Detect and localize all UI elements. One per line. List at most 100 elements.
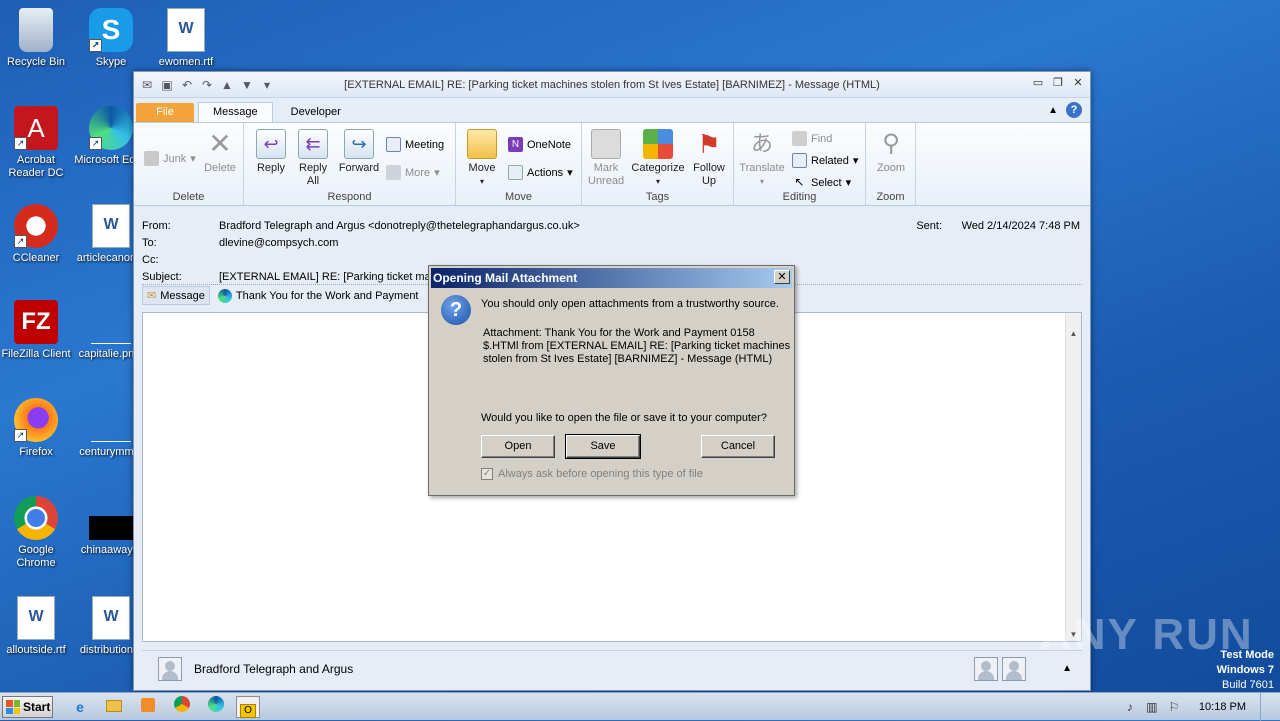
calendar-icon [386, 137, 401, 152]
onenote-icon: N [508, 137, 523, 152]
people-pane-name[interactable]: Bradford Telegraph and Argus [194, 662, 353, 676]
cancel-button[interactable]: Cancel [701, 435, 775, 458]
dialog-question: Would you like to open the file or save … [481, 412, 767, 424]
actions-icon [508, 165, 523, 180]
from-value[interactable]: Bradford Telegraph and Argus <donotreply… [219, 220, 580, 232]
edge-icon[interactable] [204, 696, 228, 718]
clock[interactable]: 10:18 PM [1199, 701, 1246, 713]
find-button[interactable]: Find [792, 131, 832, 146]
sent-value: Wed 2/14/2024 7:48 PM [961, 220, 1080, 232]
show-desktop-button[interactable] [1260, 693, 1270, 721]
minimize-button[interactable]: ▭ [1030, 76, 1046, 90]
up-arrow-icon[interactable]: ▲ [220, 78, 234, 92]
undo-icon[interactable]: ↶ [180, 78, 194, 92]
dialog-title: Opening Mail Attachment [433, 271, 578, 285]
opening-attachment-dialog: Opening Mail Attachment ✕ ? You should o… [428, 265, 795, 496]
more-respond-button[interactable]: More ▾ [386, 165, 440, 180]
dialog-warning: You should only open attachments from a … [481, 298, 779, 310]
dialog-attachment-line1: Attachment: Thank You for the Work and P… [483, 327, 755, 339]
scroll-up-arrow-icon[interactable]: ▲ [1066, 329, 1081, 338]
always-ask-checkbox[interactable]: ✓ Always ask before opening this type of… [481, 468, 703, 480]
reply-all-button[interactable]: ⇇ Reply All [294, 129, 332, 188]
dialog-attachment-line2: $.HTMl from [EXTERNAL EMAIL] RE: [Parkin… [483, 340, 791, 352]
volume-icon[interactable]: ♪ [1123, 700, 1137, 714]
cc-label: Cc: [142, 254, 159, 266]
actions-button[interactable]: Actions ▾ [508, 165, 573, 180]
ribbon-group-editing: あ Translate ▾ Find Related ▾ ↖ Select ▾ Edi… [734, 123, 866, 205]
to-value[interactable]: dlevine@compsych.com [219, 237, 338, 249]
delete-x-icon: ✕ [208, 128, 232, 159]
translate-button[interactable]: あ Translate ▾ [738, 129, 786, 188]
group-label: Zoom [876, 191, 905, 203]
action-center-flag-icon[interactable]: ⚐ [1167, 700, 1181, 714]
dialog-close-button[interactable]: ✕ [774, 270, 790, 284]
taskbar: Start e O ♪ ▥ ⚐ 10:18 PM [0, 692, 1280, 721]
help-icon[interactable]: ? [1066, 102, 1082, 118]
related-button[interactable]: Related ▾ [792, 153, 858, 168]
explorer-icon[interactable] [102, 696, 126, 718]
tab-file[interactable]: File [136, 103, 194, 122]
follow-up-button[interactable]: ⚑ Follow Up [688, 129, 730, 188]
meeting-button[interactable]: Meeting [386, 137, 444, 152]
outlook-taskbar-button[interactable]: O [236, 696, 260, 718]
filezilla-icon: FZ [14, 300, 58, 344]
skype-icon: S ↗ [89, 8, 133, 52]
select-button[interactable]: ↖ Select ▾ [792, 175, 851, 190]
message-attachment-tab[interactable]: ✉ Message [142, 286, 210, 305]
network-icon[interactable]: ▥ [1145, 700, 1159, 714]
group-label: Move [505, 191, 532, 203]
customize-qat-icon[interactable]: ▾ [260, 78, 274, 92]
desktop-icon-ewomen[interactable]: W ewomen.rtf [146, 8, 226, 69]
avatar [1002, 656, 1026, 681]
edge-icon: ↗ [89, 106, 133, 150]
desktop-icon-recycle-bin[interactable]: Recycle Bin [0, 8, 76, 69]
desktop-icon-firefox[interactable]: ↗ Firefox [0, 398, 76, 459]
forward-button[interactable]: ↪ Forward [336, 129, 382, 175]
file-icon [91, 398, 131, 442]
open-button[interactable]: Open [481, 435, 555, 458]
onenote-button[interactable]: N OneNote [508, 137, 571, 152]
reply-button[interactable]: ↩ Reply [252, 129, 290, 175]
dialog-titlebar: Opening Mail Attachment ✕ [431, 268, 792, 288]
ribbon-group-tags: Mark Unread Categorize ▾ ⚑ Follow Up Tags [582, 123, 734, 205]
categorize-button[interactable]: Categorize ▾ [630, 129, 686, 188]
tab-developer[interactable]: Developer [277, 103, 355, 122]
save-button[interactable]: Save [565, 434, 641, 459]
translate-icon: あ [750, 131, 773, 156]
expand-people-pane-icon[interactable]: ▲ [1062, 663, 1072, 674]
save-icon[interactable]: ▣ [160, 78, 174, 92]
envelope-icon: ✉ [147, 290, 157, 302]
desktop-icon-alloutside[interactable]: W alloutside.rtf [0, 596, 76, 657]
maximize-button[interactable]: ❐ [1050, 76, 1066, 90]
junk-button[interactable]: Junk ▾ [144, 151, 196, 166]
down-arrow-icon[interactable]: ▼ [240, 78, 254, 92]
move-button[interactable]: Move ▾ [462, 129, 502, 188]
zoom-button[interactable]: ⚲ Zoom [872, 129, 910, 175]
desktop-icon-skype[interactable]: S ↗ Skype [71, 8, 151, 69]
quick-access-toolbar: ✉ ▣ ↶ ↷ ▲ ▼ ▾ [134, 78, 274, 92]
html-attachment[interactable]: Thank You for the Work and Payment [214, 287, 423, 305]
redo-icon[interactable]: ↷ [200, 78, 214, 92]
ie-icon[interactable]: e [68, 696, 92, 718]
minimize-ribbon-icon[interactable]: ▲ [1048, 105, 1058, 116]
mark-unread-button[interactable]: Mark Unread [586, 129, 626, 188]
envelope-icon: ✉ [141, 77, 153, 92]
delete-button[interactable]: ✕ Delete [200, 129, 240, 175]
window-titlebar: ✉ ▣ ↶ ↷ ▲ ▼ ▾ [EXTERNAL EMAIL] RE: [Park… [134, 72, 1090, 98]
desktop-icon-filezilla[interactable]: FZ FileZilla Client [0, 300, 76, 361]
ribbon-group-delete: Junk ▾ ✕ Delete Delete [134, 123, 244, 205]
chrome-icon[interactable] [170, 696, 194, 718]
ribbon-group-respond: ↩ Reply ⇇ Reply All ↪ Forward Meeting Mo… [244, 123, 456, 205]
reply-all-icon: ⇇ [298, 129, 328, 159]
categorize-icon [643, 129, 673, 159]
media-player-icon[interactable] [136, 696, 160, 718]
word-doc-icon: W [167, 8, 205, 52]
desktop-icon-chrome[interactable]: Google Chrome [0, 496, 76, 570]
tab-message[interactable]: Message [198, 102, 273, 122]
close-button[interactable]: ✕ [1070, 76, 1086, 90]
start-button[interactable]: Start [2, 696, 53, 718]
body-scrollbar[interactable]: ▲ ▼ [1065, 313, 1081, 641]
desktop-icon-acrobat[interactable]: A ↗ Acrobat Reader DC [0, 106, 76, 180]
desktop-icon-ccleaner[interactable]: ↗ CCleaner [0, 204, 76, 265]
system-tray: ♪ ▥ ⚐ 10:18 PM [1123, 693, 1280, 721]
